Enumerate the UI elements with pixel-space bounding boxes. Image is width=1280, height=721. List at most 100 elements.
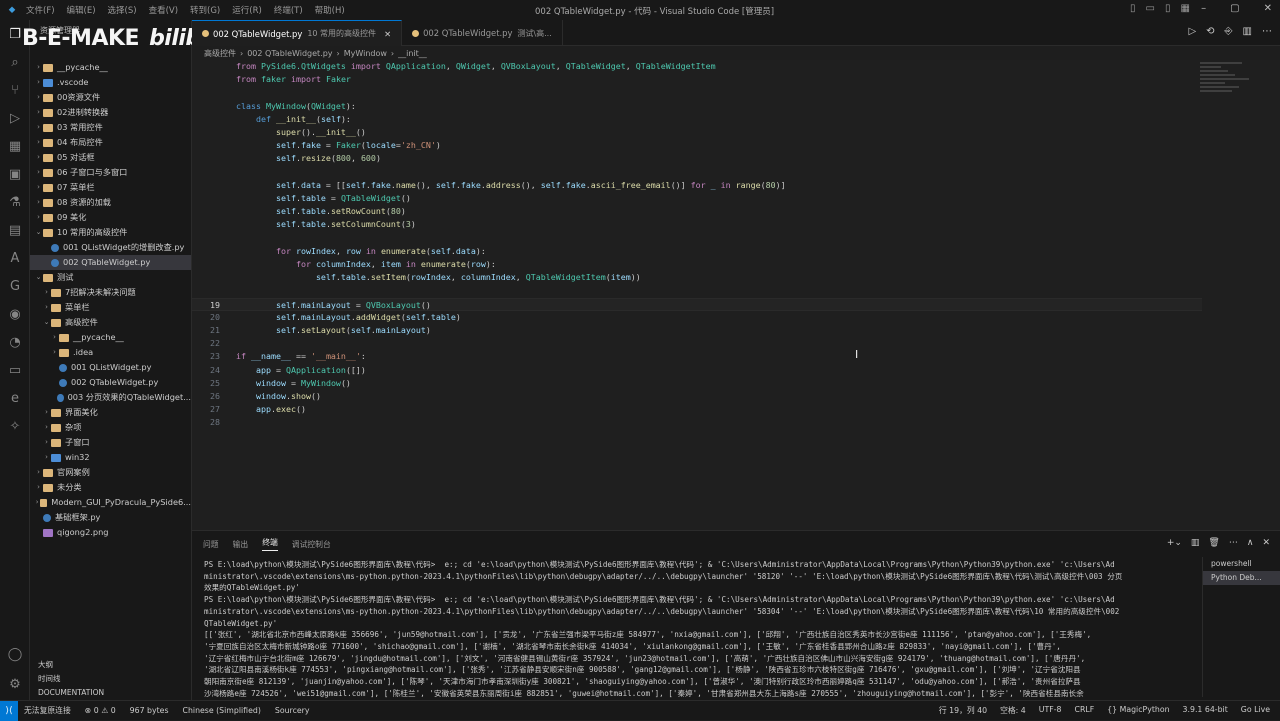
minimize-icon[interactable]: – — [1201, 3, 1206, 14]
panel-tab[interactable]: 问题 — [203, 539, 219, 550]
status-item[interactable]: Chinese (Simplified) — [183, 706, 261, 715]
menu-item[interactable]: 查看(V) — [149, 4, 178, 16]
status-item[interactable]: CRLF — [1075, 705, 1095, 716]
panel-tab[interactable]: 调试控制台 — [292, 539, 331, 550]
new-terminal-icon[interactable]: +⌄ — [1167, 538, 1182, 548]
file-tree-item[interactable]: 003 分页效果的QTableWidget... — [30, 390, 191, 405]
puzzle-icon[interactable]: ✧ — [0, 412, 30, 440]
close-panel-icon[interactable]: ✕ — [1262, 538, 1270, 548]
file-tree-item[interactable]: 002 QTableWidget.py — [30, 255, 191, 270]
sidebar-section-header[interactable]: 时间线 — [30, 672, 191, 686]
maximize-panel-icon[interactable]: ∧ — [1247, 538, 1254, 548]
menu-item[interactable]: 编辑(E) — [67, 4, 96, 16]
file-tree-item[interactable]: ⌄ 10 常用的高级控件 — [30, 225, 191, 240]
toggle-sidebar-icon[interactable]: ▯ — [1130, 3, 1136, 14]
breadcrumb-item[interactable]: 高级控件 — [204, 48, 236, 59]
menu-item[interactable]: 选择(S) — [108, 4, 137, 16]
file-tree-item[interactable]: › 09 美化 — [30, 210, 191, 225]
panel-tab[interactable]: 输出 — [233, 539, 249, 550]
manage-gear-icon[interactable]: ⚙ — [0, 670, 30, 698]
file-tree-item[interactable]: › 菜单栏 — [30, 300, 191, 315]
minimap[interactable] — [1200, 60, 1270, 120]
docker-icon[interactable]: ▤ — [0, 216, 30, 244]
status-item[interactable]: Go Live — [1241, 705, 1270, 716]
file-tree-item[interactable]: › 子窗口 — [30, 435, 191, 450]
file-tree-item[interactable]: 002 QTableWidget.py — [30, 375, 191, 390]
run-debug-icon[interactable]: ▷ — [0, 104, 30, 132]
sidebar-section-header[interactable]: DOCUMENTATION — [30, 686, 191, 700]
account-icon[interactable]: ◯ — [0, 640, 30, 668]
file-tree-item[interactable]: › 04 布局控件 — [30, 135, 191, 150]
breadcrumb-item[interactable]: __init__ — [398, 49, 427, 58]
remote-explorer-icon[interactable]: ▣ — [0, 160, 30, 188]
terminal-instance[interactable]: Python Deb... — [1203, 571, 1280, 585]
editor-tab[interactable]: 002 QTableWidget.py 测试\高... — [402, 20, 563, 46]
compare-icon[interactable]: ⟲ — [1206, 26, 1214, 37]
panel-tab[interactable]: 终端 — [262, 537, 278, 551]
file-tree-item[interactable]: › 00资源文件 — [30, 90, 191, 105]
file-tree-item[interactable]: › 未分类 — [30, 480, 191, 495]
remote-indicator-icon[interactable]: ⟩⟨ — [0, 700, 18, 721]
status-item[interactable]: Sourcery — [275, 706, 310, 715]
file-tree-item[interactable]: 基础框架.py — [30, 510, 191, 525]
search-icon[interactable]: ⌕ — [0, 48, 30, 76]
status-item[interactable]: 空格: 4 — [1000, 705, 1026, 716]
status-item[interactable]: 无法复原连接 — [24, 705, 71, 716]
status-item[interactable]: ⊗ 0 ⚠ 0 — [85, 706, 116, 715]
database-icon[interactable]: ◉ — [0, 300, 30, 328]
menu-item[interactable]: 转到(G) — [190, 4, 220, 16]
file-tree-item[interactable]: 001 QListWidget.py — [30, 360, 191, 375]
status-item[interactable]: UTF-8 — [1039, 705, 1062, 716]
status-item[interactable]: 行 19，列 40 — [939, 705, 987, 716]
folder-icon[interactable]: ▭ — [0, 356, 30, 384]
file-tree-item[interactable]: › 7招解决未解决问题 — [30, 285, 191, 300]
file-tree-item[interactable]: qigong2.png — [30, 525, 191, 540]
menu-item[interactable]: 文件(F) — [26, 4, 55, 16]
split-editor-icon[interactable]: ▥ — [1243, 26, 1252, 37]
kill-terminal-icon[interactable]: 🗑 — [1208, 538, 1219, 548]
sourcery-icon[interactable]: ⎆ — [1225, 26, 1233, 37]
code-editor[interactable]: from PySide6.QtWidgets import QApplicati… — [192, 60, 1280, 530]
terminal-output[interactable]: PS E:\load\python\模块测试\PySide6图形界面库\教程\代… — [204, 559, 1192, 701]
toggle-secondary-sidebar-icon[interactable]: ▯ — [1165, 3, 1171, 14]
file-tree-item[interactable]: 001 QListWidget的增删改查.py — [30, 240, 191, 255]
status-item[interactable]: 967 bytes — [130, 706, 169, 715]
source-control-icon[interactable]: ⑂ — [0, 76, 30, 104]
terminal-instance[interactable]: powershell — [1203, 557, 1280, 571]
status-item[interactable]: {} MagicPython — [1107, 705, 1169, 716]
more-actions-icon[interactable]: ⋯ — [1262, 26, 1272, 37]
breadcrumb-item[interactable]: MyWindow — [344, 49, 387, 58]
split-terminal-icon[interactable]: ▥ — [1191, 538, 1200, 548]
extensions-icon[interactable]: ▦ — [0, 132, 30, 160]
menu-item[interactable]: 终端(T) — [274, 4, 303, 16]
menu-item[interactable]: 帮助(H) — [315, 4, 345, 16]
ai-icon[interactable]: A — [0, 244, 30, 272]
file-tree-item[interactable]: › 08 资源的加载 — [30, 195, 191, 210]
file-tree-item[interactable]: › __pycache__ — [30, 330, 191, 345]
sidebar-section-header[interactable]: 大纲 — [30, 658, 191, 672]
file-tree-item[interactable]: › 07 菜单栏 — [30, 180, 191, 195]
file-tree-item[interactable]: › 03 常用控件 — [30, 120, 191, 135]
file-tree-item[interactable]: › 界面美化 — [30, 405, 191, 420]
file-tree-item[interactable]: › 杂项 — [30, 420, 191, 435]
customize-layout-icon[interactable]: ▦ — [1180, 3, 1189, 14]
editor-tab[interactable]: 002 QTableWidget.py 10 常用的高级控件 ✕ — [192, 20, 403, 46]
file-tree-item[interactable]: › .vscode — [30, 75, 191, 90]
close-icon[interactable]: ✕ — [1264, 3, 1272, 14]
toggle-panel-icon[interactable]: ▭ — [1146, 3, 1155, 14]
window-controls[interactable]: – ▢ ✕ — [1201, 3, 1272, 14]
maximize-icon[interactable]: ▢ — [1230, 3, 1239, 14]
file-tree-item[interactable]: › 05 对话框 — [30, 150, 191, 165]
file-tree-item[interactable]: ⌄ 高级控件 — [30, 315, 191, 330]
more-icon[interactable]: ⋯ — [1229, 538, 1238, 548]
file-tree-item[interactable]: › .idea — [30, 345, 191, 360]
testing-icon[interactable]: ⚗ — [0, 188, 30, 216]
breadcrumb-item[interactable]: 002 QTableWidget.py — [247, 49, 332, 58]
timer-icon[interactable]: ◔ — [0, 328, 30, 356]
file-tree-item[interactable]: › Modern_GUI_PyDracula_PySide6... — [30, 495, 191, 510]
run-icon[interactable]: ▷ — [1188, 26, 1196, 37]
close-tab-icon[interactable]: ✕ — [384, 29, 391, 39]
edge-icon[interactable]: e — [0, 384, 30, 412]
menu-item[interactable]: 运行(R) — [232, 4, 262, 16]
file-tree-item[interactable]: › __pycache__ — [30, 60, 191, 75]
